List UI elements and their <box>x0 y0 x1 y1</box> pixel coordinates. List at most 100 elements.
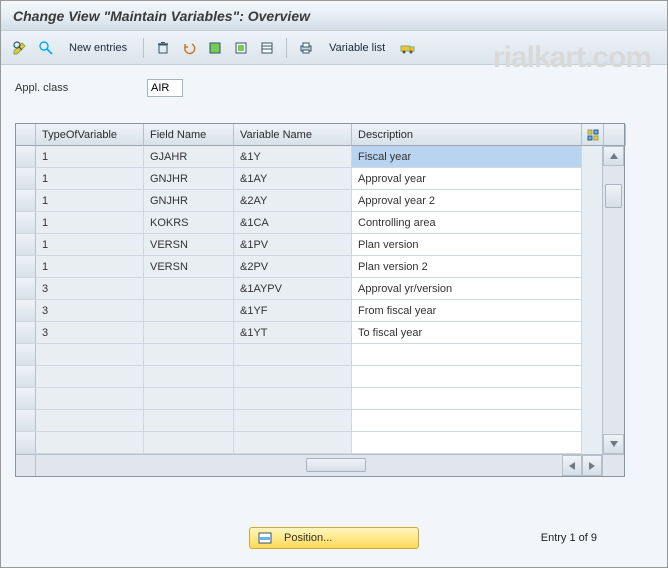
row-header[interactable] <box>16 322 36 344</box>
col-var[interactable]: Variable Name <box>234 124 352 146</box>
hscroll-thumb[interactable] <box>306 458 366 472</box>
cell-desc[interactable]: Approval yr/version <box>352 278 582 300</box>
row-header[interactable] <box>16 168 36 190</box>
cell-field[interactable] <box>144 432 234 454</box>
row-header[interactable] <box>16 278 36 300</box>
cell-desc[interactable] <box>352 388 582 410</box>
cell-desc[interactable] <box>352 344 582 366</box>
variable-list-button[interactable]: Variable list <box>321 37 393 59</box>
col-type[interactable]: TypeOfVariable <box>36 124 144 146</box>
cell-field[interactable]: VERSN <box>144 256 234 278</box>
cell-var[interactable] <box>234 366 352 388</box>
cell-field[interactable]: KOKRS <box>144 212 234 234</box>
cell-desc[interactable]: Controlling area <box>352 212 582 234</box>
cell-desc[interactable]: Approval year 2 <box>352 190 582 212</box>
row-header[interactable] <box>16 432 36 454</box>
select-all-button[interactable] <box>204 37 226 59</box>
undo-button[interactable] <box>178 37 200 59</box>
cell-desc[interactable]: Fiscal year <box>352 146 582 168</box>
row-header[interactable] <box>16 388 36 410</box>
grid-corner[interactable] <box>16 124 36 146</box>
row-header[interactable] <box>16 146 36 168</box>
cell-type[interactable]: 3 <box>36 322 144 344</box>
cell-type[interactable]: 1 <box>36 256 144 278</box>
cell-desc[interactable] <box>352 366 582 388</box>
cell-var[interactable] <box>234 410 352 432</box>
cell-field[interactable]: GNJHR <box>144 190 234 212</box>
new-entries-button[interactable]: New entries <box>61 37 135 59</box>
col-field[interactable]: Field Name <box>144 124 234 146</box>
position-button[interactable]: Position... <box>249 527 419 549</box>
hscroll-track[interactable] <box>36 455 562 476</box>
cell-var[interactable] <box>234 432 352 454</box>
row-header[interactable] <box>16 256 36 278</box>
cell-field[interactable]: GNJHR <box>144 168 234 190</box>
cell-desc[interactable]: Plan version 2 <box>352 256 582 278</box>
configuration-button[interactable] <box>256 37 278 59</box>
cell-type[interactable]: 1 <box>36 146 144 168</box>
cell-var[interactable]: &1Y <box>234 146 352 168</box>
vscroll-track[interactable] <box>603 166 624 434</box>
cell-field[interactable] <box>144 344 234 366</box>
row-header[interactable] <box>16 190 36 212</box>
appl-class-input[interactable] <box>147 79 183 97</box>
cell-var[interactable]: &1AY <box>234 168 352 190</box>
toggle-display-change-button[interactable] <box>9 37 31 59</box>
cell-desc[interactable]: To fiscal year <box>352 322 582 344</box>
vscroll-thumb[interactable] <box>605 184 622 208</box>
table-row-empty <box>16 388 602 410</box>
cell-var[interactable]: &1PV <box>234 234 352 256</box>
cell-var[interactable]: &1YF <box>234 300 352 322</box>
cell-desc[interactable] <box>352 432 582 454</box>
cell-type[interactable]: 1 <box>36 234 144 256</box>
cell-field[interactable] <box>144 300 234 322</box>
transport-button[interactable] <box>397 37 419 59</box>
cell-type[interactable] <box>36 366 144 388</box>
scroll-up-button[interactable] <box>603 146 624 166</box>
cell-field[interactable]: VERSN <box>144 234 234 256</box>
row-header[interactable] <box>16 212 36 234</box>
cell-type[interactable] <box>36 410 144 432</box>
deselect-all-button[interactable] <box>230 37 252 59</box>
row-header[interactable] <box>16 410 36 432</box>
cell-var[interactable]: &1CA <box>234 212 352 234</box>
cell-desc[interactable] <box>352 410 582 432</box>
row-header[interactable] <box>16 366 36 388</box>
cell-type[interactable] <box>36 388 144 410</box>
cell-var[interactable]: &1YT <box>234 322 352 344</box>
cell-type[interactable]: 3 <box>36 300 144 322</box>
cell-type[interactable]: 3 <box>36 278 144 300</box>
delete-button[interactable] <box>152 37 174 59</box>
cell-var[interactable] <box>234 344 352 366</box>
row-header[interactable] <box>16 344 36 366</box>
cell-type[interactable]: 1 <box>36 168 144 190</box>
vertical-scrollbar[interactable] <box>602 146 624 454</box>
find-button[interactable] <box>35 37 57 59</box>
cell-var[interactable]: &1AYPV <box>234 278 352 300</box>
cell-type[interactable] <box>36 344 144 366</box>
cell-field[interactable] <box>144 366 234 388</box>
row-header[interactable] <box>16 300 36 322</box>
cell-var[interactable] <box>234 388 352 410</box>
cell-var[interactable]: &2PV <box>234 256 352 278</box>
cell-type[interactable]: 1 <box>36 212 144 234</box>
cell-field[interactable] <box>144 278 234 300</box>
row-header[interactable] <box>16 234 36 256</box>
print-button[interactable] <box>295 37 317 59</box>
scroll-down-button[interactable] <box>603 434 624 454</box>
cell-desc[interactable]: Plan version <box>352 234 582 256</box>
cell-field[interactable] <box>144 410 234 432</box>
scroll-left-button[interactable] <box>562 455 582 476</box>
horizontal-scrollbar[interactable] <box>16 454 624 476</box>
cell-desc[interactable]: From fiscal year <box>352 300 582 322</box>
cell-field[interactable] <box>144 388 234 410</box>
cell-var[interactable]: &2AY <box>234 190 352 212</box>
cell-type[interactable]: 1 <box>36 190 144 212</box>
col-desc[interactable]: Description <box>352 124 582 146</box>
grid-settings-button[interactable] <box>582 124 604 146</box>
scroll-right-button[interactable] <box>582 455 602 476</box>
cell-field[interactable]: GJAHR <box>144 146 234 168</box>
cell-desc[interactable]: Approval year <box>352 168 582 190</box>
cell-type[interactable] <box>36 432 144 454</box>
cell-field[interactable] <box>144 322 234 344</box>
